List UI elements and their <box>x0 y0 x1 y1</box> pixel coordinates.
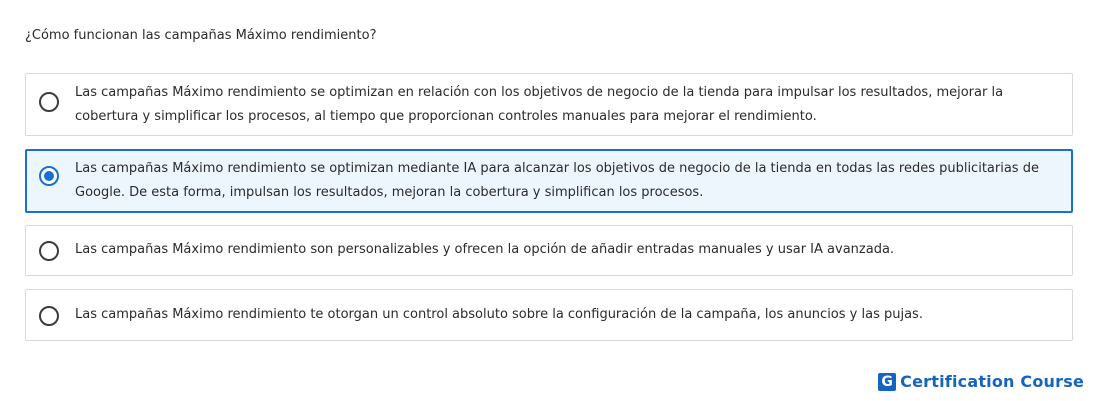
brand-name: Certification Course <box>900 372 1084 391</box>
answer-option-1[interactable]: Las campañas Máximo rendimiento se optim… <box>25 73 1073 136</box>
radio-selected-dot <box>44 171 54 181</box>
answer-option-text: Las campañas Máximo rendimiento se optim… <box>75 85 1004 124</box>
answer-option-text: Las campañas Máximo rendimiento son pers… <box>75 242 895 257</box>
radio-button-unchecked-icon[interactable] <box>39 306 59 326</box>
answer-option-text: Las campañas Máximo rendimiento te otorg… <box>75 307 923 322</box>
g-logo-icon: G <box>878 372 897 391</box>
radio-button-unchecked-icon[interactable] <box>39 92 59 112</box>
answer-option-2[interactable]: Las campañas Máximo rendimiento se optim… <box>25 149 1073 213</box>
answer-option-text: Las campañas Máximo rendimiento se optim… <box>75 161 1039 200</box>
radio-button-checked-icon[interactable] <box>39 166 59 186</box>
answer-option-4[interactable]: Las campañas Máximo rendimiento te otorg… <box>25 289 1073 341</box>
quiz-question: ¿Cómo funcionan las campañas Máximo rend… <box>25 28 377 43</box>
answer-option-3[interactable]: Las campañas Máximo rendimiento son pers… <box>25 225 1073 276</box>
certification-course-watermark: G Certification Course <box>878 372 1084 391</box>
radio-button-unchecked-icon[interactable] <box>39 241 59 261</box>
